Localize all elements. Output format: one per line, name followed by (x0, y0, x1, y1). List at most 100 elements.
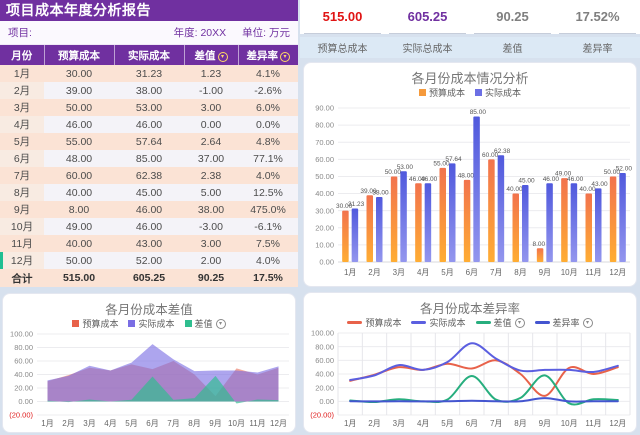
table-row: 3月50.0053.003.006.0% (0, 99, 298, 116)
svg-text:57.64: 57.64 (445, 156, 462, 163)
sort-circle-icon[interactable]: ▾ (515, 318, 525, 328)
col-header-month: 月份 (0, 45, 44, 65)
table-cell: 48.00 (44, 150, 114, 167)
svg-text:7月: 7月 (490, 419, 502, 428)
svg-text:1月: 1月 (344, 268, 356, 277)
line-chart-title: 各月份成本差异率 (304, 298, 636, 315)
legend-swatch-icon (475, 89, 482, 96)
table-cell: 37.00 (184, 150, 238, 167)
sort-circle-icon[interactable]: ▾ (583, 318, 593, 328)
legend-item[interactable]: 预算成本 (347, 316, 401, 329)
svg-text:80.00: 80.00 (315, 121, 334, 130)
legend-item[interactable]: 预算成本 (419, 86, 465, 99)
table-cell: 6月 (0, 150, 44, 167)
unit-label: 单位: 万元 (242, 25, 290, 40)
bar-chart-card: 各月份成本情况分析 预算成本实际成本 90.0080.0070.0060.005… (303, 62, 637, 287)
table-cell: 46.00 (114, 201, 184, 218)
legend-swatch-icon (419, 89, 426, 96)
legend-item[interactable]: 实际成本 (128, 317, 174, 330)
table-cell: 45.00 (114, 184, 184, 201)
bar (498, 155, 505, 262)
table-cell: 475.0% (238, 201, 298, 218)
kpi-value: 515.00 (304, 0, 381, 34)
table-cell: 50.00 (44, 99, 114, 116)
svg-text:70.00: 70.00 (315, 138, 334, 147)
legend-label: 实际成本 (485, 86, 521, 99)
bar (449, 163, 456, 262)
cost-table-body: 1月30.0031.231.234.1%2月39.0038.00-1.00-2.… (0, 65, 298, 269)
svg-text:9月: 9月 (209, 419, 221, 428)
svg-text:7月: 7月 (490, 268, 502, 277)
sort-diff-icon[interactable]: ▾ (218, 52, 228, 62)
legend-swatch-icon (476, 321, 491, 324)
legend-label: 差值 (195, 317, 213, 330)
bar-chart-title: 各月份成本情况分析 (304, 68, 636, 85)
svg-text:10月: 10月 (228, 419, 245, 428)
svg-text:12月: 12月 (609, 268, 626, 277)
svg-text:60.00: 60.00 (14, 357, 33, 366)
svg-text:43.00: 43.00 (591, 181, 608, 188)
bar (537, 248, 544, 262)
table-cell: -2.6% (238, 82, 298, 99)
svg-text:2月: 2月 (62, 419, 74, 428)
bar (571, 183, 578, 262)
table-cell: -3.00 (184, 218, 238, 235)
table-cell: 1.23 (184, 65, 238, 82)
legend-item[interactable]: 差值▾ (185, 317, 226, 330)
sort-circle-icon[interactable]: ▾ (216, 319, 226, 329)
table-cell: 2月 (0, 82, 44, 99)
legend-item[interactable]: 实际成本 (411, 316, 465, 329)
table-cell: 0.0% (238, 116, 298, 133)
area-chart-title: 各月份成本差值 (3, 299, 295, 316)
legend-item[interactable]: 预算成本 (72, 317, 118, 330)
bar (352, 209, 359, 262)
table-cell: 2.38 (184, 167, 238, 184)
table-cell: 30.00 (44, 65, 114, 82)
sort-rate-icon[interactable]: ▾ (280, 52, 290, 62)
kpi-labels-row: 预算总成本实际总成本差值差异率 (300, 37, 640, 58)
bar (400, 171, 407, 262)
bar (367, 195, 374, 262)
bar (513, 194, 520, 262)
area-chart-plot: 100.0080.0060.0040.0020.000.00(20.00)1月2… (3, 331, 295, 429)
legend-item[interactable]: 差异率▾ (535, 316, 593, 329)
svg-text:8月: 8月 (514, 419, 526, 428)
kpi-label: 实际总成本 (385, 37, 470, 58)
bar (619, 173, 626, 262)
bar-chart-plot: 90.0080.0070.0060.0050.0040.0030.0020.00… (304, 100, 636, 280)
legend-item[interactable]: 差值▾ (476, 316, 525, 329)
svg-text:40.00: 40.00 (506, 186, 523, 193)
table-cell: 55.00 (44, 133, 114, 150)
table-cell: 31.23 (114, 65, 184, 82)
svg-text:60.00: 60.00 (315, 356, 334, 365)
table-cell: 46.00 (114, 116, 184, 133)
legend-item[interactable]: 实际成本 (475, 86, 521, 99)
table-cell: 12月 (0, 252, 44, 269)
legend-label: 预算成本 (365, 316, 401, 329)
table-row: 10月49.0046.00-3.00-6.1% (0, 218, 298, 235)
svg-text:6月: 6月 (466, 268, 478, 277)
svg-text:0.00: 0.00 (18, 397, 33, 406)
table-row: 5月55.0057.642.644.8% (0, 133, 298, 150)
table-cell: 8月 (0, 184, 44, 201)
area-chart-legend: 预算成本实际成本差值▾ (3, 316, 295, 331)
legend-label: 差异率 (553, 316, 580, 329)
bar-chart-legend: 预算成本 实际成本 (304, 85, 636, 100)
year-label: 年度: 20XX (174, 25, 227, 40)
bar (473, 117, 480, 262)
svg-text:62.38: 62.38 (494, 148, 511, 155)
bar (488, 159, 495, 262)
svg-text:53.00: 53.00 (397, 164, 414, 171)
line-chart-plot: 100.0080.0060.0040.0020.000.00(20.00)1月2… (304, 330, 636, 430)
legend-label: 实际成本 (138, 317, 174, 330)
col-header-diff: 差值▾ (184, 45, 238, 65)
table-row: 2月39.0038.00-1.00-2.6% (0, 82, 298, 99)
table-total-row: 合计 515.00 605.25 90.25 17.5% (0, 269, 298, 287)
svg-text:38.00: 38.00 (372, 189, 389, 196)
bar (415, 183, 422, 262)
table-cell: -1.00 (184, 82, 238, 99)
svg-text:4月: 4月 (417, 419, 429, 428)
kpi-label: 差异率 (555, 37, 640, 58)
svg-text:10月: 10月 (561, 419, 578, 428)
table-cell: 1月 (0, 65, 44, 82)
